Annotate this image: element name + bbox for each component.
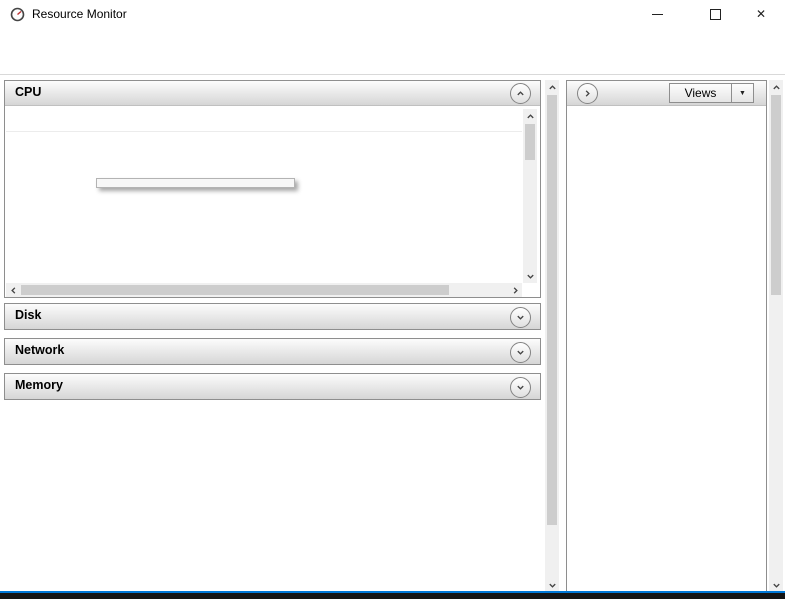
disk-section-title: Disk xyxy=(15,308,42,322)
graphs-panel: Views ▼ xyxy=(566,80,767,593)
scroll-left-button[interactable] xyxy=(6,283,20,297)
scroll-right-button[interactable] xyxy=(508,283,522,297)
taskbar-edge xyxy=(0,593,785,599)
window-title: Resource Monitor xyxy=(32,7,127,21)
scroll-down-button[interactable] xyxy=(545,578,559,592)
network-section-header[interactable]: Network xyxy=(5,339,540,364)
memory-section-title: Memory xyxy=(15,378,63,392)
table-header[interactable] xyxy=(6,109,522,132)
scroll-up-button[interactable] xyxy=(769,80,783,94)
memory-expand-button[interactable] xyxy=(510,377,531,398)
chevron-right-icon xyxy=(585,90,590,97)
scrollbar-thumb[interactable] xyxy=(771,95,781,295)
expand-panel-button[interactable] xyxy=(577,83,598,104)
graphs-panel-header: Views ▼ xyxy=(567,81,766,106)
disk-section-header[interactable]: Disk xyxy=(5,304,540,329)
close-icon: ✕ xyxy=(755,7,767,21)
cpu-section: CPU xyxy=(4,80,541,298)
chevron-down-icon xyxy=(526,274,534,279)
memory-section-header[interactable]: Memory xyxy=(5,374,540,399)
chevron-up-icon xyxy=(548,84,556,89)
context-menu xyxy=(96,178,295,188)
main-vertical-scrollbar[interactable] xyxy=(545,80,559,592)
app-icon xyxy=(10,7,25,22)
tab-strip xyxy=(0,50,785,75)
chevron-down-icon xyxy=(517,350,524,355)
views-button-label: Views xyxy=(684,86,717,100)
title-bar: Resource Monitor ✕ xyxy=(0,0,785,28)
scroll-up-button[interactable] xyxy=(523,109,537,123)
process-table xyxy=(6,131,523,283)
resource-monitor-window: { "window": {"title": "Resource Monitor"… xyxy=(0,0,785,599)
scroll-down-button[interactable] xyxy=(523,269,537,283)
minimize-button[interactable] xyxy=(640,0,674,28)
chevron-up-icon xyxy=(526,113,534,118)
network-expand-button[interactable] xyxy=(510,342,531,363)
chevron-up-icon xyxy=(772,84,780,89)
cpu-section-title: CPU xyxy=(15,85,42,99)
table-horizontal-scrollbar[interactable] xyxy=(6,283,522,297)
memory-section: Memory xyxy=(4,373,541,400)
maximize-button[interactable] xyxy=(698,0,732,28)
views-button[interactable]: Views ▼ xyxy=(669,83,754,103)
graphs-vertical-scrollbar[interactable] xyxy=(769,80,783,592)
network-section: Network xyxy=(4,338,541,365)
dropdown-arrow-icon: ▼ xyxy=(731,84,753,102)
scroll-up-button[interactable] xyxy=(545,80,559,94)
disk-section: Disk xyxy=(4,303,541,330)
scrollbar-thumb[interactable] xyxy=(547,95,557,525)
maximize-icon xyxy=(709,8,721,20)
close-button[interactable]: ✕ xyxy=(744,0,778,28)
chevron-right-icon xyxy=(513,286,518,294)
scrollbar-thumb[interactable] xyxy=(21,285,449,295)
chevron-up-icon xyxy=(517,91,524,96)
scroll-down-button[interactable] xyxy=(769,578,783,592)
chevron-down-icon xyxy=(548,583,556,588)
scrollbar-thumb[interactable] xyxy=(525,124,535,160)
table-vertical-scrollbar[interactable] xyxy=(523,109,537,283)
cpu-section-header[interactable]: CPU xyxy=(5,81,540,106)
menu-bar xyxy=(0,28,785,50)
cpu-collapse-button[interactable] xyxy=(510,83,531,104)
network-section-title: Network xyxy=(15,343,65,357)
chevron-down-icon xyxy=(517,315,524,320)
chevron-down-icon xyxy=(517,385,524,390)
disk-expand-button[interactable] xyxy=(510,307,531,328)
chevron-left-icon xyxy=(10,286,15,294)
chevron-down-icon xyxy=(772,583,780,588)
minimize-icon xyxy=(651,13,663,15)
